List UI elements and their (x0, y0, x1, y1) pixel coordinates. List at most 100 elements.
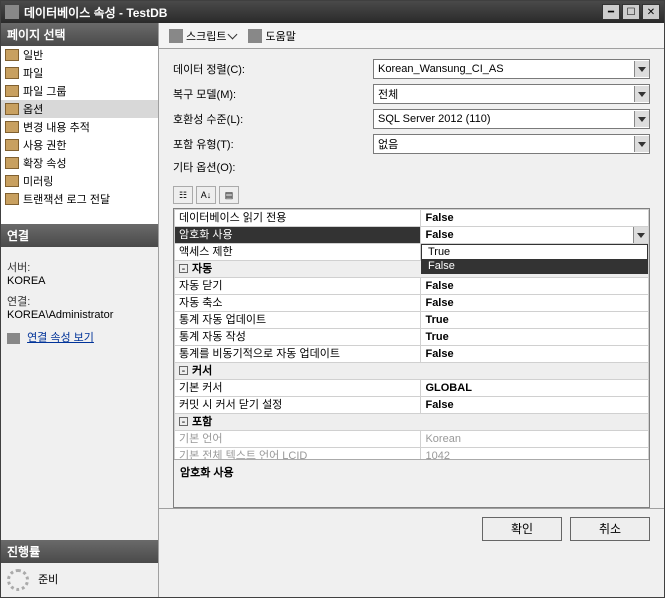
ok-button[interactable]: 확인 (482, 517, 562, 541)
connection-panel: 서버: KOREA 연결: KOREA\Administrator 연결 속성 … (1, 247, 158, 540)
dropdown-option[interactable]: True (422, 245, 647, 259)
link-icon (7, 333, 20, 344)
sidebar-item-label: 사용 권한 (23, 137, 67, 153)
compat-select[interactable]: SQL Server 2012 (110) (373, 109, 650, 129)
property-name[interactable]: 통계를 비동기적으로 자동 업데이트 (175, 346, 421, 363)
sidebar-item-label: 트랜잭션 로그 전달 (23, 191, 110, 207)
connection-header: 연결 (1, 224, 158, 247)
property-name[interactable]: 암호화 사용 (175, 227, 421, 244)
chevron-down-icon[interactable] (633, 227, 648, 243)
property-value[interactable]: False (421, 278, 649, 295)
property-value[interactable]: 1042 (421, 448, 649, 460)
collation-value: Korean_Wansung_CI_AS (378, 63, 504, 75)
property-value[interactable]: Korean (421, 431, 649, 448)
property-name[interactable]: 자동 축소 (175, 295, 421, 312)
category-row[interactable]: -커서 (175, 363, 649, 380)
property-name[interactable]: 데이터베이스 읽기 전용 (175, 210, 421, 227)
collapse-icon[interactable]: - (179, 417, 188, 426)
recovery-select[interactable]: 전체 (373, 84, 650, 104)
minimize-button[interactable]: ━ (602, 4, 620, 20)
compat-value: SQL Server 2012 (110) (378, 113, 491, 125)
sidebar-item[interactable]: 파일 (1, 64, 158, 82)
page-icon (5, 139, 19, 151)
property-name[interactable]: 통계 자동 업데이트 (175, 312, 421, 329)
server-value: KOREA (7, 275, 152, 287)
description-title: 암호화 사용 (180, 464, 643, 480)
page-icon (5, 49, 19, 61)
view-connection-link[interactable]: 연결 속성 보기 (27, 332, 94, 344)
options-form: 데이터 정렬(C): Korean_Wansung_CI_AS 복구 모델(M)… (159, 49, 664, 184)
sidebar-item[interactable]: 일반 (1, 46, 158, 64)
sidebar-item-label: 미러링 (23, 173, 53, 189)
cancel-button[interactable]: 취소 (570, 517, 650, 541)
page-icon (5, 175, 19, 187)
collation-select[interactable]: Korean_Wansung_CI_AS (373, 59, 650, 79)
page-icon (5, 121, 19, 133)
titlebar[interactable]: 데이터베이스 속성 - TestDB ━ ☐ ✕ (1, 1, 664, 23)
dialog-footer: 확인 취소 (159, 508, 664, 548)
close-button[interactable]: ✕ (642, 4, 660, 20)
conn-value: KOREA\Administrator (7, 309, 152, 321)
chevron-down-icon (634, 86, 649, 102)
property-value[interactable]: False (421, 210, 649, 227)
chevron-down-icon (228, 29, 238, 39)
description-panel: 암호화 사용 (174, 459, 649, 507)
help-label: 도움말 (265, 28, 295, 44)
property-name[interactable]: 기본 전체 텍스트 언어 LCID (175, 448, 421, 460)
dropdown-option[interactable]: False (422, 259, 647, 273)
property-name[interactable]: 기본 커서 (175, 380, 421, 397)
help-button[interactable]: 도움말 (244, 26, 299, 46)
sidebar-item-label: 파일 (23, 65, 43, 81)
value-dropdown[interactable]: TrueFalse (421, 244, 648, 274)
conn-label: 연결: (7, 293, 152, 309)
property-value[interactable]: False (421, 295, 649, 312)
property-name[interactable]: 통계 자동 작성 (175, 329, 421, 346)
property-value[interactable]: True (421, 312, 649, 329)
sidebar-item[interactable]: 미러링 (1, 172, 158, 190)
app-icon (5, 5, 19, 19)
grid-toolbar: ☷ A↓ ▤ (159, 184, 664, 206)
sort-button[interactable]: A↓ (196, 186, 216, 204)
sidebar-item-label: 옵션 (23, 101, 43, 117)
sidebar-item[interactable]: 사용 권한 (1, 136, 158, 154)
spinner-icon (7, 569, 29, 591)
collapse-icon[interactable]: - (179, 264, 188, 273)
property-name[interactable]: 커밋 시 커서 닫기 설정 (175, 397, 421, 414)
toolbar: 스크립트 도움말 (159, 23, 664, 49)
collapse-icon[interactable]: - (179, 366, 188, 375)
script-button[interactable]: 스크립트 (165, 26, 240, 46)
property-value[interactable]: False (421, 346, 649, 363)
progress-header: 진행률 (1, 540, 158, 563)
containment-value: 없음 (378, 136, 398, 152)
category-row[interactable]: -포함 (175, 414, 649, 431)
page-tree: 일반파일파일 그룹옵션변경 내용 추적사용 권한확장 속성미러링트랜잭션 로그 … (1, 46, 158, 224)
property-name[interactable]: 자동 닫기 (175, 278, 421, 295)
page-icon (5, 85, 19, 97)
property-name[interactable]: 기본 언어 (175, 431, 421, 448)
property-value[interactable]: True (421, 329, 649, 346)
collation-label: 데이터 정렬(C): (173, 61, 373, 77)
property-value[interactable]: GLOBAL (421, 380, 649, 397)
sidebar-item[interactable]: 트랜잭션 로그 전달 (1, 190, 158, 208)
progress-status: 준비 (38, 574, 58, 586)
recovery-label: 복구 모델(M): (173, 86, 373, 102)
sidebar-item[interactable]: 옵션 (1, 100, 158, 118)
progress-panel: 준비 (1, 563, 158, 597)
pages-button[interactable]: ▤ (219, 186, 239, 204)
chevron-down-icon (634, 111, 649, 127)
page-select-header: 페이지 선택 (1, 23, 158, 46)
sidebar-item[interactable]: 확장 속성 (1, 154, 158, 172)
property-value[interactable]: False (421, 397, 649, 414)
compat-label: 호환성 수준(L): (173, 111, 373, 127)
sidebar-item[interactable]: 변경 내용 추적 (1, 118, 158, 136)
recovery-value: 전체 (378, 86, 398, 102)
server-label: 서버: (7, 259, 152, 275)
containment-select[interactable]: 없음 (373, 134, 650, 154)
page-icon (5, 67, 19, 79)
categorize-button[interactable]: ☷ (173, 186, 193, 204)
maximize-button[interactable]: ☐ (622, 4, 640, 20)
grid-scroll[interactable]: 데이터베이스 읽기 전용False암호화 사용False액세스 제한-자동자동 … (174, 209, 649, 459)
sidebar-item[interactable]: 파일 그룹 (1, 82, 158, 100)
property-name[interactable]: 액세스 제한 (175, 244, 421, 261)
property-value[interactable]: False (421, 227, 649, 244)
